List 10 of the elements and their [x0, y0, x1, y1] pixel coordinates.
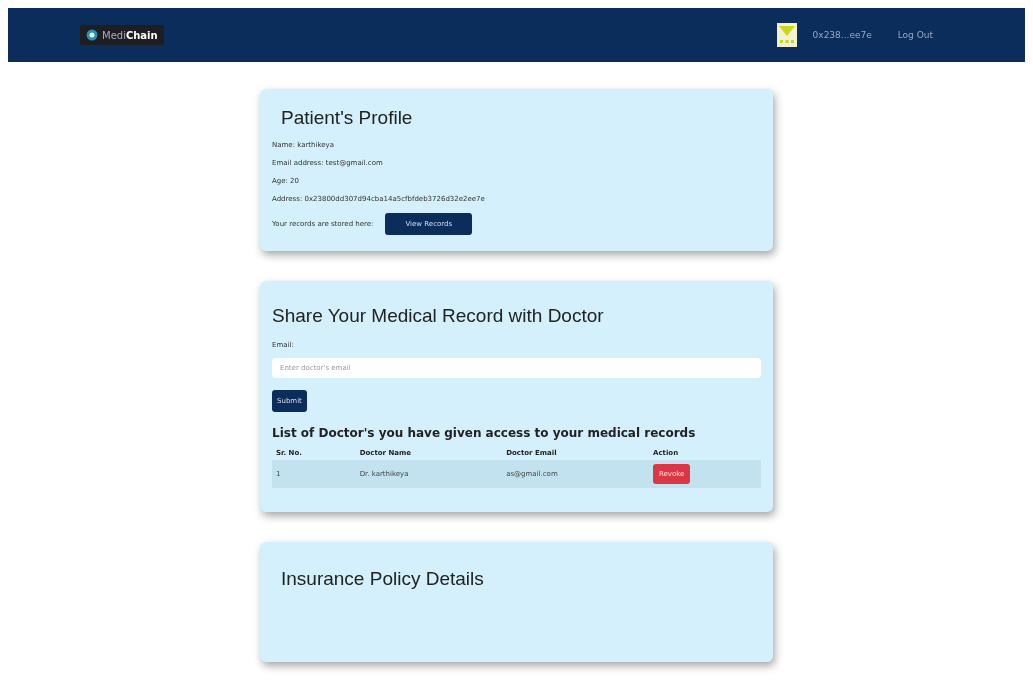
list-title: List of Doctor's you have given access to your medical records	[272, 426, 697, 440]
brand-name: MediChain	[102, 29, 158, 41]
logo-icon	[86, 29, 98, 41]
card-title: Patient's Profile	[281, 107, 414, 129]
account-address[interactable]: 0x238...ee7e	[812, 30, 872, 40]
avatar-icon	[776, 23, 797, 47]
card-title: Insurance Policy Details	[281, 568, 485, 590]
card-title: Share Your Medical Record with Doctor	[272, 305, 605, 327]
brand-logo[interactable]: MediChain	[80, 25, 164, 45]
logout-link[interactable]: Log Out	[897, 30, 933, 40]
